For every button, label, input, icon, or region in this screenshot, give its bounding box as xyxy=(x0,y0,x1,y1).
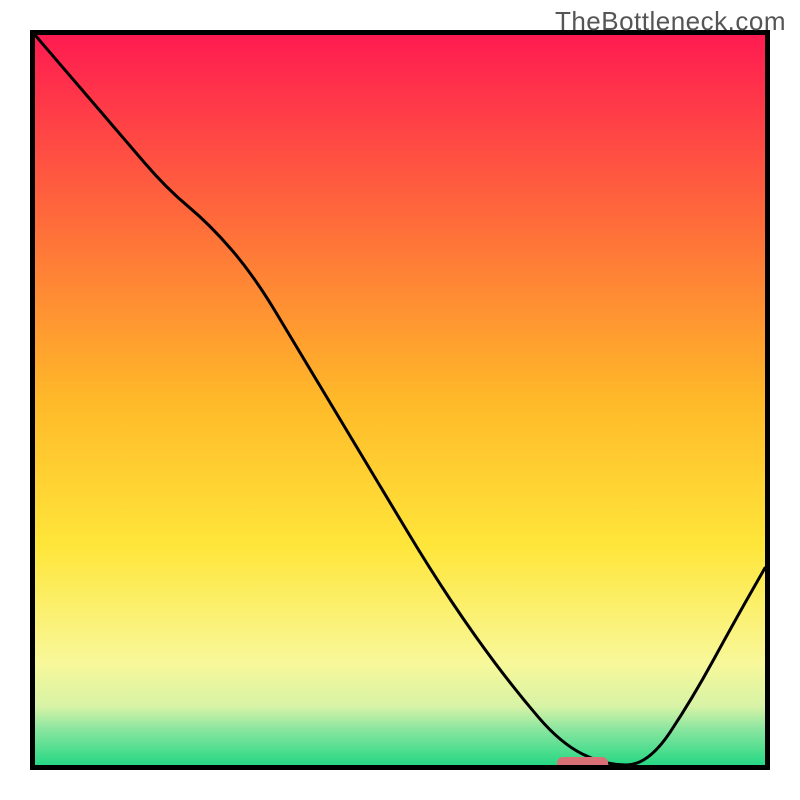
optimal-indicator xyxy=(557,757,608,765)
watermark-label: TheBottleneck.com xyxy=(555,6,786,37)
bottleneck-chart: TheBottleneck.com xyxy=(0,0,800,800)
plot-svg xyxy=(35,35,765,765)
gradient-background xyxy=(35,35,765,765)
plot-area xyxy=(30,30,770,770)
